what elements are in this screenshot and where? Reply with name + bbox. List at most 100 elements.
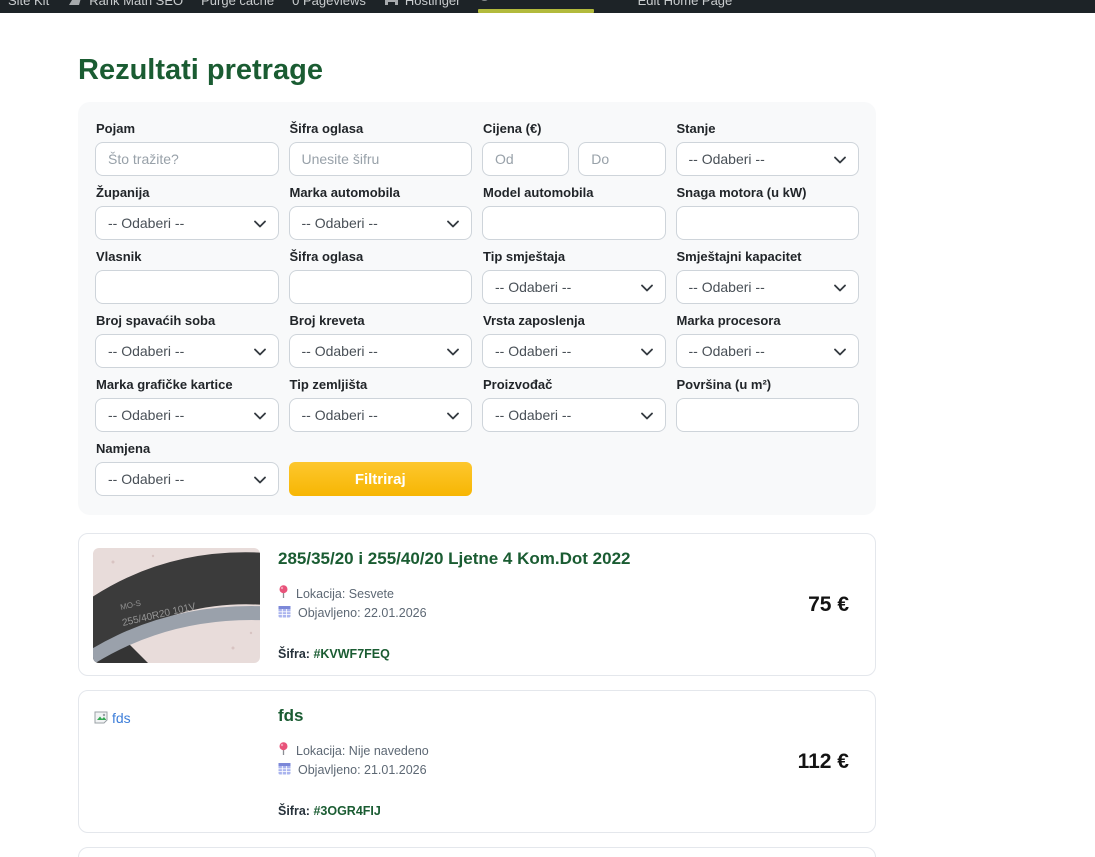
listing-card[interactable]: MO-S 255/40R20 101V 285/35/20 i 255/40/2… <box>78 533 876 676</box>
marka-automobila-select[interactable]: -- Odaberi -- <box>289 206 473 240</box>
filter-submit-cell: Filtriraj <box>289 441 473 496</box>
filter-marka-automobila: Marka automobila -- Odaberi -- <box>289 185 473 240</box>
chevron-down-icon <box>834 279 846 295</box>
broj-kreveta-select[interactable]: -- Odaberi -- <box>289 334 473 368</box>
vlasnik-label: Vlasnik <box>96 249 279 265</box>
broj-spavacih-soba-select[interactable]: -- Odaberi -- <box>95 334 279 368</box>
calendar-icon <box>278 605 291 621</box>
filter-snaga-motora: Snaga motora (u kW) <box>676 185 860 240</box>
filter-stanje: Stanje -- Odaberi -- <box>676 121 860 176</box>
tip-smjestaja-label: Tip smještaja <box>483 249 666 265</box>
listing-location: Lokacija: Sesvete <box>278 585 790 602</box>
filter-namjena: Namjena -- Odaberi -- <box>95 441 279 496</box>
listing-price: 75 € <box>808 593 861 617</box>
tip-zemljista-select[interactable]: -- Odaberi -- <box>289 398 473 432</box>
chevron-down-icon <box>834 343 846 359</box>
sifra-oglasa-2-label: Šifra oglasa <box>290 249 473 265</box>
vrsta-zaposlenja-select[interactable]: -- Odaberi -- <box>482 334 666 368</box>
filter-proizvodac: Proizvođač -- Odaberi -- <box>482 377 666 432</box>
location-pin-icon <box>278 585 289 602</box>
listing-location: Lokacija: Nije navedeno <box>278 742 780 759</box>
chevron-down-icon <box>834 151 846 167</box>
chevron-down-icon <box>254 343 266 359</box>
listing-code: Šifra: #KVWF7FEQ <box>278 647 790 661</box>
filtriraj-button[interactable]: Filtriraj <box>289 462 473 496</box>
sifra-oglasa-label: Šifra oglasa <box>290 121 473 137</box>
chevron-down-icon <box>254 215 266 231</box>
filter-tip-smjestaja: Tip smještaja -- Odaberi -- <box>482 249 666 304</box>
zupanija-label: Županija <box>96 185 279 201</box>
adminbar-hostinger[interactable]: Hostinger <box>384 0 461 8</box>
vlasnik-input[interactable] <box>95 270 279 304</box>
filter-pojam: Pojam <box>95 121 279 176</box>
filter-cijena: Cijena (€) <box>482 121 666 176</box>
listing-published: Objavljeno: 22.01.2026 <box>278 605 790 621</box>
cijena-od-input[interactable] <box>482 142 569 176</box>
filter-smjestajni-kapacitet: Smještajni kapacitet -- Odaberi -- <box>676 249 860 304</box>
stanje-select[interactable]: -- Odaberi -- <box>676 142 860 176</box>
marka-graficke-kartice-select[interactable]: -- Odaberi -- <box>95 398 279 432</box>
adminbar-site-kit[interactable]: Site Kit <box>8 0 49 8</box>
filter-vrsta-zaposlenja: Vrsta zaposlenja -- Odaberi -- <box>482 313 666 368</box>
cijena-do-input[interactable] <box>578 142 665 176</box>
sifra-oglasa-input[interactable] <box>289 142 473 176</box>
wp-admin-bar: Site Kit Rank Math SEO Purge cache 0 Pag… <box>0 0 1095 13</box>
broken-image-icon <box>93 710 109 731</box>
adminbar-purge-cache[interactable]: Purge cache <box>201 0 274 8</box>
marka-procesora-label: Marka procesora <box>677 313 860 329</box>
namjena-label: Namjena <box>96 441 279 457</box>
listing-card[interactable]: Intel Procesori <box>78 847 876 857</box>
proizvodac-label: Proizvođač <box>483 377 666 393</box>
hostinger-icon <box>384 0 399 7</box>
filter-marka-procesora: Marka procesora -- Odaberi -- <box>676 313 860 368</box>
smjestajni-kapacitet-select[interactable]: -- Odaberi -- <box>676 270 860 304</box>
search-filter-panel: Pojam Šifra oglasa Cijena (€) Stanje -- … <box>78 102 876 515</box>
pojam-input[interactable] <box>95 142 279 176</box>
filter-broj-spavacih-soba: Broj spavaćih soba -- Odaberi -- <box>95 313 279 368</box>
povrsina-label: Površina (u m²) <box>677 377 860 393</box>
broj-kreveta-label: Broj kreveta <box>290 313 473 329</box>
proizvodac-select[interactable]: -- Odaberi -- <box>482 398 666 432</box>
listing-code: Šifra: #3OGR4FIJ <box>278 804 780 818</box>
model-automobila-label: Model automobila <box>483 185 666 201</box>
adminbar-linkindex[interactable]: LinkIndex: 100% <box>478 0 593 13</box>
adminbar-rank-math[interactable]: Rank Math SEO <box>67 0 183 8</box>
page-title: Rezultati pretrage <box>78 54 876 87</box>
sifra-oglasa-2-input[interactable] <box>289 270 473 304</box>
filter-povrsina: Površina (u m²) <box>676 377 860 432</box>
broj-spavacih-soba-label: Broj spavaćih soba <box>96 313 279 329</box>
listing-image-broken[interactable]: fds <box>93 705 260 818</box>
zupanija-select[interactable]: -- Odaberi -- <box>95 206 279 240</box>
tip-smjestaja-select[interactable]: -- Odaberi -- <box>482 270 666 304</box>
listing-title[interactable]: fds <box>278 706 780 726</box>
pojam-label: Pojam <box>96 121 279 137</box>
filter-model-automobila: Model automobila <box>482 185 666 240</box>
image-alt-text: fds <box>112 710 131 726</box>
filter-vlasnik: Vlasnik <box>95 249 279 304</box>
chevron-down-icon <box>254 407 266 423</box>
rank-math-icon <box>67 0 83 7</box>
marka-procesora-select[interactable]: -- Odaberi -- <box>676 334 860 368</box>
namjena-select[interactable]: -- Odaberi -- <box>95 462 279 496</box>
chevron-down-icon <box>641 343 653 359</box>
marka-graficke-kartice-label: Marka grafičke kartice <box>96 377 279 393</box>
gauge-icon <box>478 0 491 1</box>
filter-tip-zemljista: Tip zemljišta -- Odaberi -- <box>289 377 473 432</box>
snaga-motora-input[interactable] <box>676 206 860 240</box>
filter-sifra-oglasa-2: Šifra oglasa <box>289 249 473 304</box>
listing-image-tire[interactable]: MO-S 255/40R20 101V <box>93 548 260 663</box>
listing-title[interactable]: 285/35/20 i 255/40/20 Ljetne 4 Kom.Dot 2… <box>278 549 790 569</box>
calendar-icon <box>278 762 291 778</box>
chevron-down-icon <box>447 407 459 423</box>
listing-card[interactable]: fds fds Lokacija: Nije navedeno Objavlje… <box>78 690 876 833</box>
adminbar-edit-home-page[interactable]: Edit Home Page <box>638 0 733 8</box>
model-automobila-input[interactable] <box>482 206 666 240</box>
marka-automobila-label: Marka automobila <box>290 185 473 201</box>
filter-sifra-oglasa-1: Šifra oglasa <box>289 121 473 176</box>
smjestajni-kapacitet-label: Smještajni kapacitet <box>677 249 860 265</box>
povrsina-input[interactable] <box>676 398 860 432</box>
chevron-down-icon <box>447 215 459 231</box>
adminbar-pageviews[interactable]: 0 Pageviews <box>292 0 366 8</box>
linkindex-progress-bar <box>478 9 593 13</box>
listing-price: 112 € <box>798 750 861 774</box>
